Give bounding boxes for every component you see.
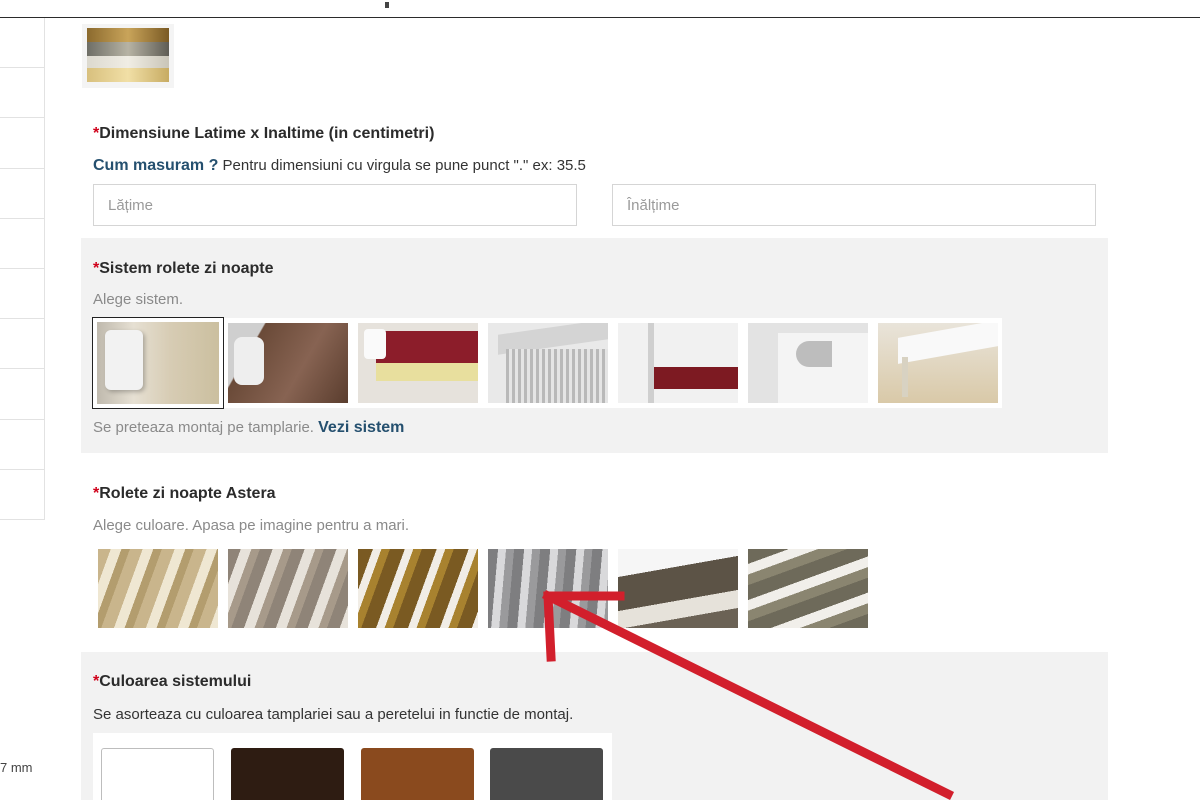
color-option-dark-brown[interactable] [231,748,344,800]
system-option-2[interactable] [228,323,348,403]
system-color-title: *Culoarea sistemului [93,673,252,690]
sidebar-row[interactable] [0,319,44,370]
sidebar-row[interactable] [0,118,44,169]
sidebar-row[interactable] [0,369,44,420]
system-option-4[interactable] [488,323,608,403]
dimensions-title: *Dimensiune Latime x Inaltime (in centim… [93,125,435,142]
fabric-swatch-beige[interactable] [98,549,218,628]
system-color-options [93,733,612,800]
sidebar-row[interactable] [0,169,44,219]
sidebar-row[interactable] [0,470,44,520]
fabric-subtitle: Alege culoare. Apasa pe imagine pentru a… [93,517,410,534]
system-option-6[interactable] [748,323,868,403]
how-to-measure-link[interactable]: Cum masuram ? [93,157,218,174]
system-option-3[interactable] [358,323,478,403]
sidebar-row[interactable] [0,68,44,119]
height-input[interactable] [612,184,1096,226]
sidebar-row[interactable] [0,269,44,320]
fabric-swatch-olive-grey[interactable] [748,549,868,628]
system-title: *Sistem rolete zi noapte [93,260,274,277]
dimensions-help: Cum masuram ? Pentru dimensiuni cu virgu… [93,157,586,174]
width-input[interactable] [93,184,577,226]
fabric-swatch-bronze[interactable] [358,549,478,628]
fabric-title: *Rolete zi noapte Astera [93,485,276,502]
system-option-1[interactable] [92,317,224,409]
fabric-swatch-grey[interactable] [488,549,608,628]
color-option-white[interactable] [101,748,214,800]
system-note: Se preteaza montaj pe tamplarie. Vezi si… [93,419,405,436]
sidebar-row[interactable] [0,18,44,69]
fabric-swatch-taupe[interactable] [228,549,348,628]
product-thumbnail[interactable] [82,24,174,88]
system-color-subtitle: Se asorteaza cu culoarea tamplariei sau … [93,706,574,723]
top-divider [0,0,1200,18]
see-system-link[interactable]: Vezi sistem [318,419,404,436]
system-options [92,317,1002,409]
left-sidebar-list [0,18,45,520]
system-option-7[interactable] [878,323,998,403]
sidebar-dimension-text: 7 mm [0,760,33,775]
sidebar-row[interactable] [0,420,44,470]
system-option-5[interactable] [618,323,738,403]
color-option-anthracite[interactable] [490,748,603,800]
system-subtitle: Alege sistem. [93,291,184,308]
color-option-walnut[interactable] [361,748,474,800]
fabric-swatch-dark-brown[interactable] [618,549,738,628]
top-text-fragment [385,2,389,8]
sidebar-row[interactable] [0,219,44,269]
